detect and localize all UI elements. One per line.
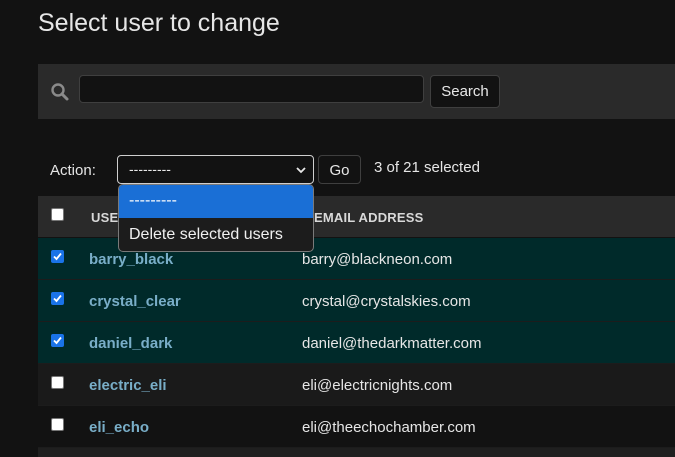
action-option-blank[interactable]: --------- (119, 185, 313, 218)
email-cell: eli@theechochamber.com (302, 419, 476, 436)
row-checkbox[interactable] (51, 292, 64, 305)
table-row: crystal_clear crystal@crystalskies.com (38, 280, 675, 322)
row-checkbox[interactable] (51, 334, 64, 347)
action-select[interactable]: --------- (117, 155, 314, 184)
chevron-down-icon (295, 163, 307, 175)
username-link[interactable]: eli_echo (89, 419, 149, 436)
search-icon (50, 82, 70, 102)
selection-count: 3 of 21 selected (374, 159, 480, 176)
search-toolbar: Search (38, 64, 675, 119)
table-row: eli_echo eli@theechochamber.com (38, 406, 675, 448)
table-row: daniel_dark daniel@thedarkmatter.com (38, 322, 675, 364)
column-header-username[interactable]: USE (91, 210, 118, 225)
column-header-email[interactable]: EMAIL ADDRESS (314, 210, 424, 225)
table-row: electric_eli eli@electricnights.com (38, 364, 675, 406)
email-cell: barry@blackneon.com (302, 251, 453, 268)
select-all-checkbox[interactable] (51, 208, 64, 221)
action-label: Action: (50, 162, 96, 179)
email-cell: daniel@thedarkmatter.com (302, 335, 482, 352)
option-label: Delete selected users (129, 226, 283, 243)
search-input[interactable] (79, 75, 424, 103)
username-link[interactable]: electric_eli (89, 377, 167, 394)
username-link[interactable]: barry_black (89, 251, 173, 268)
action-dropdown-menu: --------- Delete selected users (118, 184, 314, 252)
email-cell: eli@electricnights.com (302, 377, 453, 394)
row-checkbox[interactable] (51, 418, 64, 431)
row-checkbox[interactable] (51, 250, 64, 263)
go-button[interactable]: Go (318, 155, 361, 184)
table-row-partial (38, 448, 675, 457)
row-checkbox[interactable] (51, 376, 64, 389)
action-select-value: --------- (129, 161, 171, 177)
page-title: Select user to change (38, 9, 280, 37)
email-cell: crystal@crystalskies.com (302, 293, 471, 310)
username-link[interactable]: daniel_dark (89, 335, 172, 352)
results-table-body: barry_black barry@blackneon.com crystal_… (38, 238, 675, 448)
action-option-delete[interactable]: Delete selected users (119, 219, 313, 251)
search-button[interactable]: Search (430, 75, 500, 108)
username-link[interactable]: crystal_clear (89, 293, 181, 310)
option-label: --------- (129, 192, 177, 209)
